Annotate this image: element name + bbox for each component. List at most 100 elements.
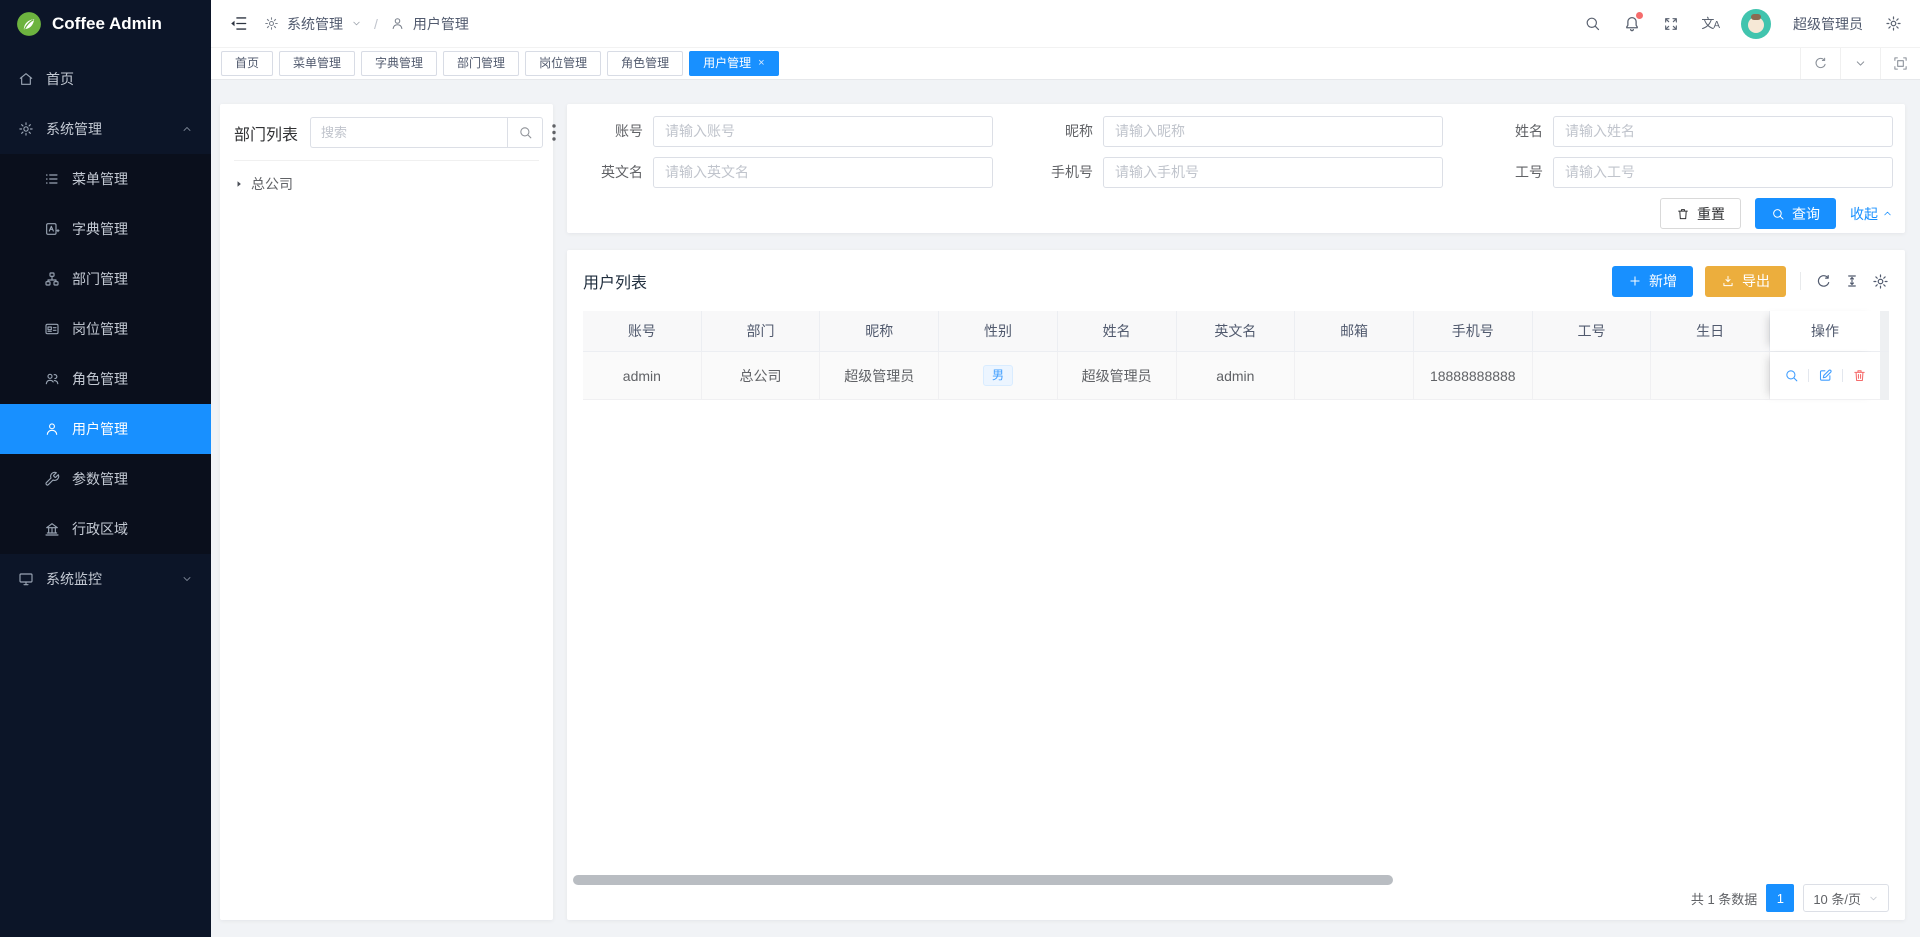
cell-birthday bbox=[1651, 352, 1770, 400]
tab-dict[interactable]: 字典管理 bbox=[361, 51, 437, 76]
fullscreen-icon[interactable] bbox=[1663, 16, 1679, 32]
column-header-account[interactable]: 账号 bbox=[583, 311, 702, 351]
page-size-select[interactable]: 10 条/页 bbox=[1803, 884, 1889, 912]
tab-home[interactable]: 首页 bbox=[221, 51, 273, 76]
pagination-total: 共 1 条数据 bbox=[1691, 889, 1757, 908]
account-input[interactable] bbox=[653, 116, 993, 147]
edit-icon[interactable] bbox=[1818, 368, 1833, 383]
view-icon[interactable] bbox=[1784, 368, 1799, 383]
sidebar-item-label: 首页 bbox=[46, 69, 74, 89]
tab-menu[interactable]: 菜单管理 bbox=[279, 51, 355, 76]
app-logo[interactable]: Coffee Admin bbox=[0, 0, 211, 48]
search-icon[interactable] bbox=[1584, 15, 1601, 32]
sidebar-item-label: 部门管理 bbox=[72, 269, 128, 289]
topbar: 系统管理 / 用户管理 文A 超级管理员 bbox=[211, 0, 1920, 48]
column-header-work-no[interactable]: 工号 bbox=[1533, 311, 1652, 351]
chevron-down-icon bbox=[1868, 893, 1879, 904]
collapse-form-link[interactable]: 收起 bbox=[1850, 204, 1893, 224]
sidebar-group-monitor[interactable]: 系统监控 bbox=[0, 554, 211, 604]
delete-icon[interactable] bbox=[1852, 368, 1867, 383]
sidebar-item-post-mgmt[interactable]: 岗位管理 bbox=[0, 304, 211, 354]
gear-icon bbox=[264, 16, 279, 31]
tree-node-root[interactable]: 总公司 bbox=[234, 161, 539, 194]
sidebar-item-dict-mgmt[interactable]: 字典管理 bbox=[0, 204, 211, 254]
leaf-logo-icon bbox=[16, 11, 42, 37]
app-root: Coffee Admin 首页 系统管理 菜单管理 字典管理 bbox=[0, 0, 1920, 937]
page-number-button[interactable]: 1 bbox=[1766, 884, 1794, 912]
translate-icon[interactable]: 文A bbox=[1701, 17, 1719, 31]
main-area: 系统管理 / 用户管理 文A 超级管理员 首 bbox=[211, 0, 1920, 937]
column-header-dept[interactable]: 部门 bbox=[702, 311, 821, 351]
current-user-name[interactable]: 超级管理员 bbox=[1793, 14, 1863, 34]
query-button[interactable]: 查询 bbox=[1755, 198, 1836, 229]
caret-right-icon[interactable] bbox=[234, 179, 244, 189]
tab-post[interactable]: 岗位管理 bbox=[525, 51, 601, 76]
name-input[interactable] bbox=[1553, 116, 1893, 147]
table-scrollbar-gutter bbox=[1880, 352, 1889, 400]
column-header-phone[interactable]: 手机号 bbox=[1414, 311, 1533, 351]
tab-user-active[interactable]: 用户管理 × bbox=[689, 51, 778, 76]
sidebar-item-menu-mgmt[interactable]: 菜单管理 bbox=[0, 154, 211, 204]
horizontal-scrollbar[interactable] bbox=[573, 875, 1393, 885]
department-search-input[interactable] bbox=[310, 117, 507, 148]
table-row[interactable]: admin 总公司 超级管理员 男 超级管理员 admin 1888888888… bbox=[583, 352, 1889, 400]
close-icon[interactable]: × bbox=[758, 52, 764, 75]
tab-role[interactable]: 角色管理 bbox=[607, 51, 683, 76]
app-title: Coffee Admin bbox=[52, 14, 162, 34]
roles-icon bbox=[44, 371, 60, 387]
kebab-menu-icon[interactable] bbox=[552, 124, 556, 141]
add-user-button[interactable]: 新增 bbox=[1612, 266, 1693, 297]
field-label: 手机号 bbox=[1029, 162, 1093, 182]
settings-gear-icon[interactable] bbox=[1885, 15, 1902, 32]
column-header-name[interactable]: 姓名 bbox=[1058, 311, 1177, 351]
sidebar-item-role-mgmt[interactable]: 角色管理 bbox=[0, 354, 211, 404]
tab-dept[interactable]: 部门管理 bbox=[443, 51, 519, 76]
sidebar-item-home[interactable]: 首页 bbox=[0, 54, 211, 104]
breadcrumb-level2: 用户管理 bbox=[413, 14, 469, 34]
export-label: 导出 bbox=[1742, 271, 1770, 291]
english-name-input[interactable] bbox=[653, 157, 993, 188]
department-search-button[interactable] bbox=[507, 117, 543, 148]
sidebar-collapse-icon[interactable] bbox=[229, 14, 248, 33]
sidebar-submenu-system: 菜单管理 字典管理 部门管理 岗位管理 角色管理 bbox=[0, 154, 211, 554]
column-header-english-name[interactable]: 英文名 bbox=[1177, 311, 1296, 351]
phone-input[interactable] bbox=[1103, 157, 1443, 188]
sidebar-menu: 首页 系统管理 菜单管理 字典管理 部门管理 bbox=[0, 48, 211, 604]
field-label: 昵称 bbox=[1029, 121, 1093, 141]
sidebar-item-admin-region[interactable]: 行政区域 bbox=[0, 504, 211, 554]
reset-button[interactable]: 重置 bbox=[1660, 198, 1741, 229]
column-header-birthday[interactable]: 生日 bbox=[1651, 311, 1770, 351]
row-height-icon[interactable] bbox=[1844, 273, 1860, 289]
sidebar-item-param-mgmt[interactable]: 参数管理 bbox=[0, 454, 211, 504]
breadcrumb-level1[interactable]: 系统管理 bbox=[287, 14, 343, 34]
work-no-input[interactable] bbox=[1553, 157, 1893, 188]
form-actions: 重置 查询 收起 bbox=[579, 198, 1893, 229]
sidebar-group-label: 系统监控 bbox=[46, 569, 102, 589]
form-field-english-name: 英文名 bbox=[579, 156, 993, 188]
refresh-icon[interactable] bbox=[1800, 48, 1840, 79]
column-header-nickname[interactable]: 昵称 bbox=[820, 311, 939, 351]
table-title: 用户列表 bbox=[583, 269, 647, 293]
cell-nickname: 超级管理员 bbox=[820, 352, 939, 400]
cell-account: admin bbox=[583, 352, 702, 400]
pagination: 共 1 条数据 1 10 条/页 bbox=[1691, 884, 1889, 912]
avatar[interactable] bbox=[1741, 9, 1771, 39]
export-button[interactable]: 导出 bbox=[1705, 266, 1786, 297]
breadcrumb-separator: / bbox=[374, 16, 378, 32]
collapse-label: 收起 bbox=[1850, 204, 1878, 224]
sidebar-group-system[interactable]: 系统管理 bbox=[0, 104, 211, 154]
sidebar-item-user-mgmt[interactable]: 用户管理 bbox=[0, 404, 211, 454]
search-form: 账号 昵称 姓名 英文名 bbox=[579, 115, 1893, 188]
column-settings-gear-icon[interactable] bbox=[1872, 273, 1889, 290]
notification-bell-icon[interactable] bbox=[1623, 15, 1641, 33]
maximize-icon[interactable] bbox=[1880, 48, 1920, 79]
column-header-email[interactable]: 邮箱 bbox=[1295, 311, 1414, 351]
person-icon bbox=[390, 16, 405, 31]
nickname-input[interactable] bbox=[1103, 116, 1443, 147]
sidebar-item-dept-mgmt[interactable]: 部门管理 bbox=[0, 254, 211, 304]
refresh-icon[interactable] bbox=[1815, 273, 1832, 290]
chevron-down-icon[interactable] bbox=[1840, 48, 1880, 79]
column-header-gender[interactable]: 性别 bbox=[939, 311, 1058, 351]
content: 部门列表 总公司 账号 bbox=[211, 80, 1920, 937]
tabbar-controls bbox=[1800, 48, 1920, 79]
